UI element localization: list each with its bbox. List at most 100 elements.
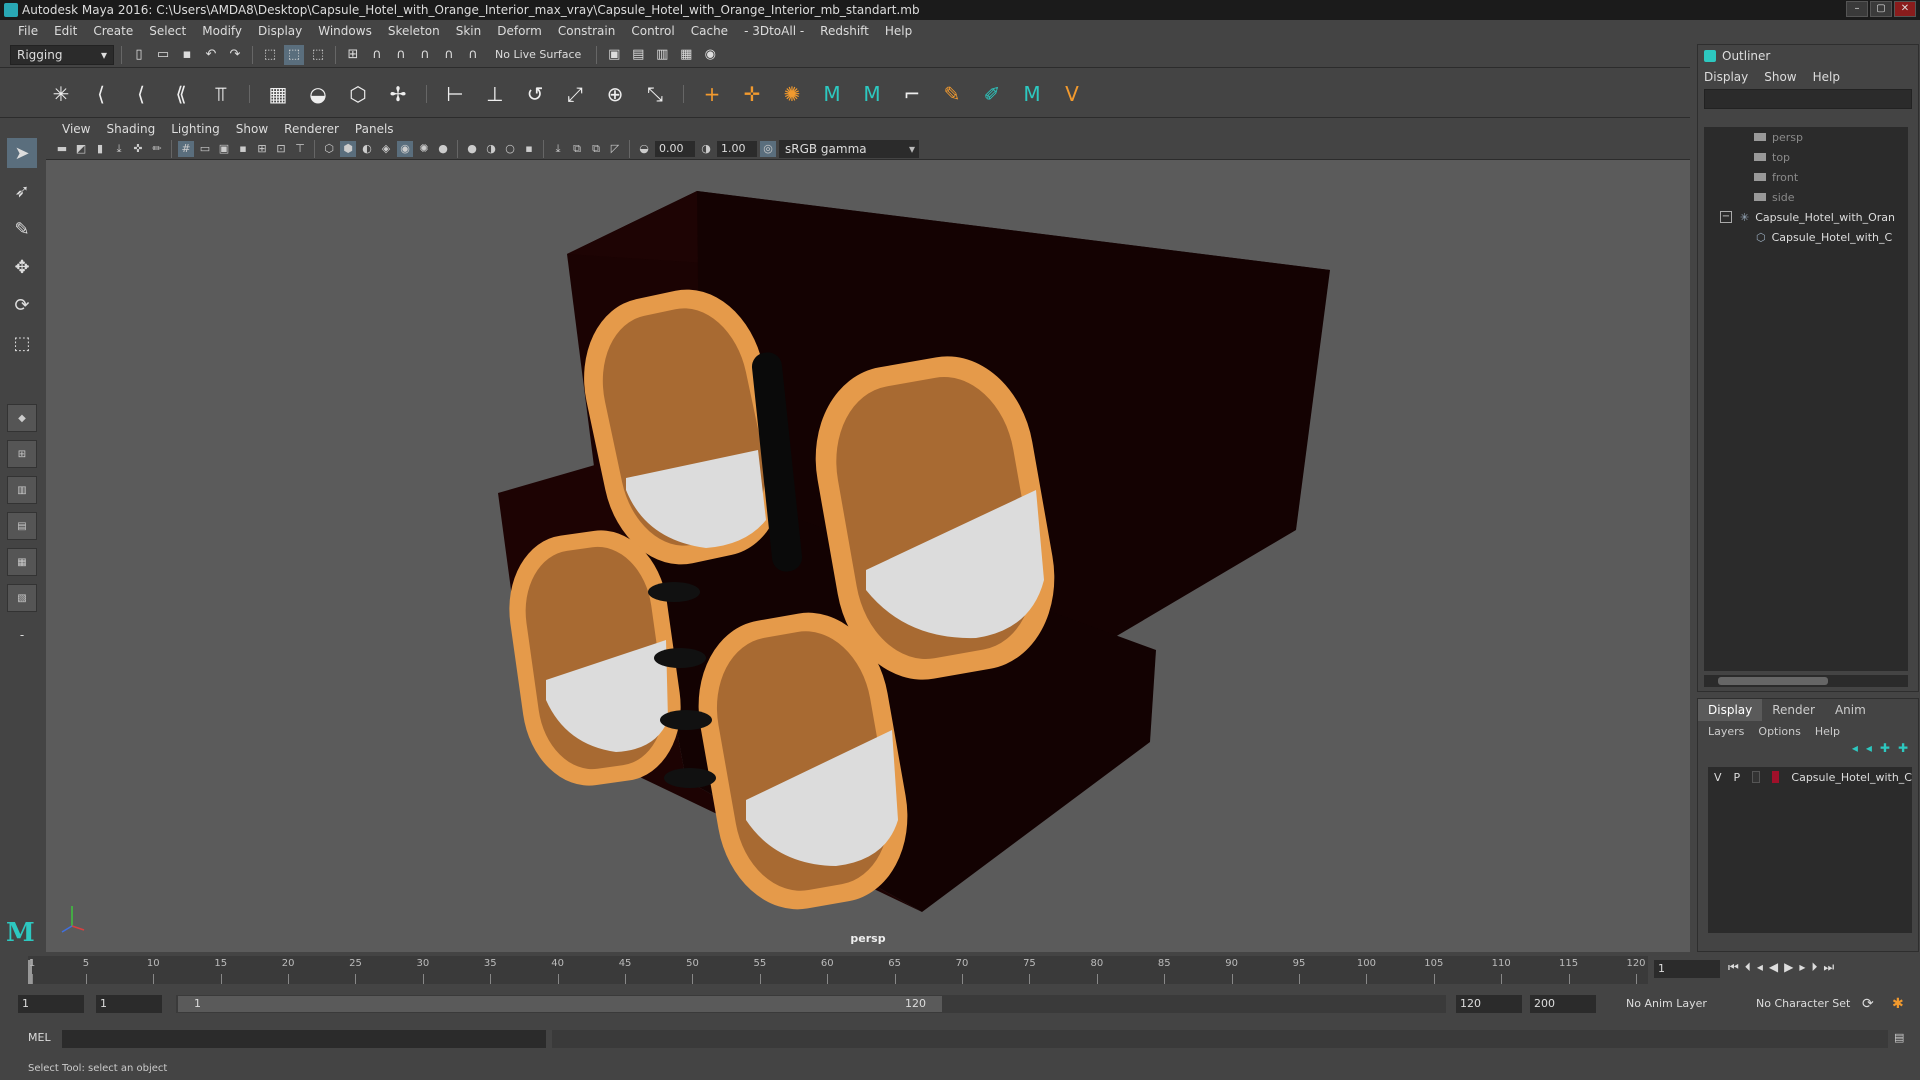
redo-icon[interactable]: ↷ <box>225 45 245 65</box>
time-slider[interactable]: 1 5 10 15 20 25 30 35 40 45 50 55 60 65 70 75 80 85 90 95 10… <box>0 952 1920 988</box>
animation-start-field[interactable]: 1 <box>18 995 84 1013</box>
maximize-button[interactable]: ▢ <box>1870 1 1892 17</box>
menu-create[interactable]: Create <box>85 24 141 38</box>
panel-menu-view[interactable]: View <box>54 122 98 136</box>
wireframe-icon[interactable]: ⬡ <box>321 141 337 157</box>
layer-display-type[interactable] <box>1752 771 1761 783</box>
backface-icon[interactable]: ◸ <box>607 141 623 157</box>
snap-point-icon[interactable]: ∩ <box>391 45 411 65</box>
move-layer-down-icon[interactable]: ◂ <box>1866 741 1872 761</box>
go-to-start-icon[interactable]: ⏮ <box>1728 960 1739 975</box>
persp-outliner-layout-icon[interactable]: ▤ <box>7 512 37 540</box>
use-lights-icon[interactable]: ◉ <box>397 140 413 157</box>
camera-attributes-icon[interactable]: ◩ <box>73 141 89 157</box>
aim-constraint-icon[interactable]: ⊕ <box>600 79 630 109</box>
snap-surface-icon[interactable]: ∩ <box>439 45 459 65</box>
save-scene-icon[interactable]: ▪ <box>177 45 197 65</box>
sparkle-icon[interactable]: ✺ <box>777 79 807 109</box>
film-gate-icon[interactable]: ▭ <box>197 141 213 157</box>
xray-active-icon[interactable]: ⧉ <box>588 141 604 157</box>
outliner-item[interactable]: − ✳ Capsule_Hotel_with_Oran <box>1704 207 1908 227</box>
xray-icon[interactable]: ⤓ <box>550 141 566 157</box>
layer-name[interactable]: Capsule_Hotel_with_C <box>1791 771 1912 784</box>
maya-m-icon[interactable]: M <box>817 79 847 109</box>
textured-icon[interactable]: ◈ <box>378 141 394 157</box>
outliner-filter-input[interactable] <box>1704 89 1912 109</box>
menu-cache[interactable]: Cache <box>683 24 736 38</box>
panel-menu-lighting[interactable]: Lighting <box>163 122 228 136</box>
ik-fk-icon[interactable]: ✛ <box>737 79 767 109</box>
hypershade-layout-icon[interactable]: ▧ <box>7 584 37 612</box>
go-to-end-icon[interactable]: ⏭ <box>1823 960 1834 975</box>
xray-joints-icon[interactable]: ⧉ <box>569 141 585 157</box>
side-by-side-layout-icon[interactable]: ▥ <box>7 476 37 504</box>
bookmark-icon[interactable]: ▮ <box>92 141 108 157</box>
ambient-occlusion-icon[interactable]: ● <box>435 141 451 157</box>
mel-label[interactable]: MEL <box>28 1031 51 1044</box>
render-view-icon[interactable]: ▤ <box>628 45 648 65</box>
menu-deform[interactable]: Deform <box>489 24 550 38</box>
four-pane-layout-icon[interactable]: ⊞ <box>7 440 37 468</box>
tab-render[interactable]: Render <box>1762 699 1825 721</box>
insert-joint-icon[interactable]: ⟪ <box>166 79 196 109</box>
outliner-item[interactable]: top <box>1704 147 1908 167</box>
layer-menu-options[interactable]: Options <box>1758 725 1800 738</box>
menu-windows[interactable]: Windows <box>310 24 380 38</box>
range-track[interactable]: 1 120 <box>176 995 1446 1013</box>
step-back-key-icon[interactable]: ⏴ <box>1745 960 1751 975</box>
step-back-frame-icon[interactable]: ◂ <box>1757 960 1763 975</box>
cluster-icon[interactable]: ✢ <box>383 79 413 109</box>
outliner-scrollbar[interactable] <box>1704 675 1908 687</box>
command-input[interactable] <box>62 1030 546 1048</box>
select-hierarchy-icon[interactable]: ⬚ <box>260 45 280 65</box>
set-key-icon[interactable]: ⌐ <box>897 79 927 109</box>
exposure-field[interactable]: 0.00 <box>655 140 695 157</box>
move-tool-icon[interactable]: ✥ <box>7 252 37 282</box>
wireframe-on-shaded-icon[interactable]: ◐ <box>359 141 375 157</box>
layer-playback-toggle[interactable]: P <box>1734 771 1741 784</box>
snap-grid-icon[interactable]: ⊞ <box>343 45 363 65</box>
outliner-item[interactable]: persp <box>1704 127 1908 147</box>
bind-skin-icon[interactable]: ▦ <box>263 79 293 109</box>
outliner-item[interactable]: ⬡ Capsule_Hotel_with_C <box>1704 227 1908 247</box>
select-component-icon[interactable]: ⬚ <box>308 45 328 65</box>
menu-modify[interactable]: Modify <box>194 24 250 38</box>
playback-start-field[interactable]: 1 <box>96 995 162 1013</box>
menu-skeleton[interactable]: Skeleton <box>380 24 448 38</box>
gamma-field[interactable]: 1.00 <box>717 140 757 157</box>
outliner-item[interactable]: side <box>1704 187 1908 207</box>
layer-row[interactable]: V P Capsule_Hotel_with_C <box>1708 767 1912 787</box>
parent-constraint-icon[interactable]: ⊢ <box>440 79 470 109</box>
menu-constrain[interactable]: Constrain <box>550 24 624 38</box>
play-forward-icon[interactable]: ▶ <box>1784 960 1793 975</box>
open-scene-icon[interactable]: ▭ <box>153 45 173 65</box>
outliner-item[interactable]: front <box>1704 167 1908 187</box>
select-tool-icon[interactable]: ➤ <box>7 138 37 168</box>
orient-constraint-icon[interactable]: ↺ <box>520 79 550 109</box>
new-scene-icon[interactable]: ▯ <box>129 45 149 65</box>
lasso-tool-icon[interactable]: ➶ <box>7 176 37 206</box>
menu-file[interactable]: File <box>10 24 46 38</box>
colorspace-dropdown[interactable]: sRGB gamma <box>779 139 919 158</box>
script-editor-icon[interactable]: ▤ <box>1894 1031 1904 1044</box>
scale-tool-icon[interactable]: ⬚ <box>7 328 37 358</box>
playback-end-field[interactable]: 120 <box>1456 995 1522 1013</box>
snap-curve-icon[interactable]: ∩ <box>367 45 387 65</box>
exposure-icon[interactable]: ◒ <box>636 141 652 157</box>
hypershade-icon[interactable]: ◉ <box>700 45 720 65</box>
gate-mask-icon[interactable]: ▪ <box>235 141 251 157</box>
gamma-icon[interactable]: ◑ <box>698 141 714 157</box>
undo-icon[interactable]: ↶ <box>201 45 221 65</box>
ik-spline-icon[interactable]: ⟨ <box>126 79 156 109</box>
panel-menu-show[interactable]: Show <box>228 122 276 136</box>
step-forward-frame-icon[interactable]: ▸ <box>1799 960 1805 975</box>
interactive-bind-icon[interactable]: ◒ <box>303 79 333 109</box>
render-frame-icon[interactable]: ▥ <box>652 45 672 65</box>
smooth-shade-icon[interactable]: ⬢ <box>340 140 356 157</box>
menu-select[interactable]: Select <box>141 24 194 38</box>
image-plane-icon[interactable]: ⤓ <box>111 141 127 157</box>
motion-blur-icon[interactable]: ● <box>464 141 480 157</box>
menu-skin[interactable]: Skin <box>448 24 490 38</box>
tab-anim[interactable]: Anim <box>1825 699 1876 721</box>
grease-pencil-icon[interactable]: ✏ <box>149 141 165 157</box>
